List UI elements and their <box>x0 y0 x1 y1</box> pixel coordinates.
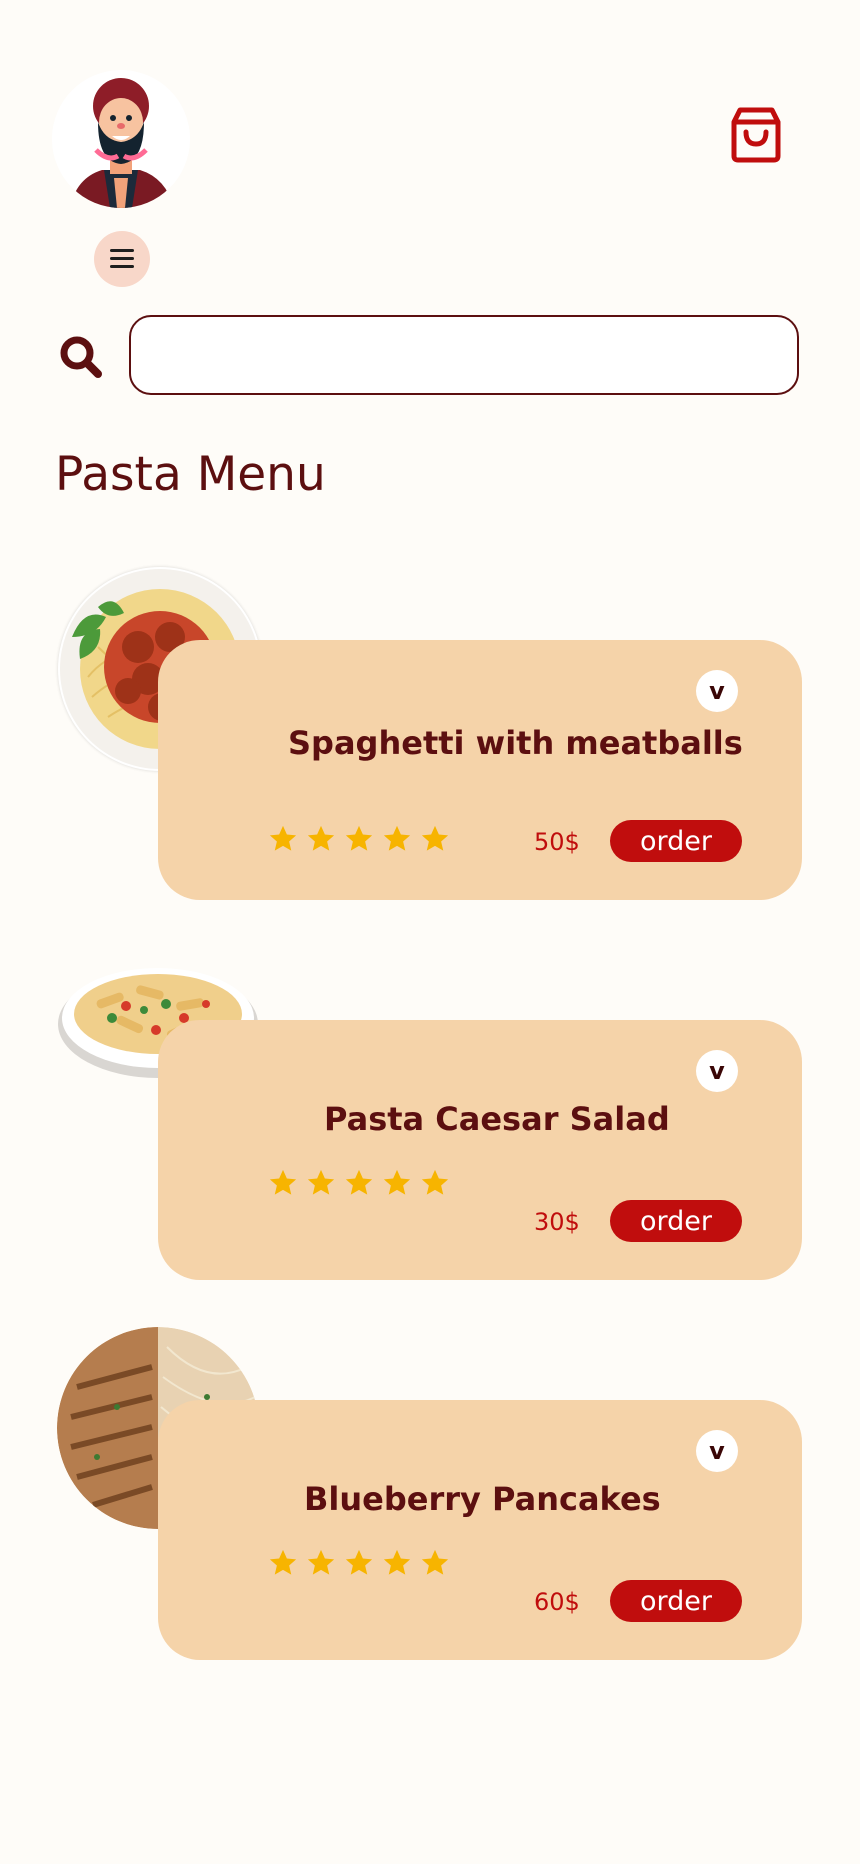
chevron-down-icon[interactable]: v <box>696 1050 738 1092</box>
price: 60$ <box>534 1588 580 1616</box>
star-icon <box>421 1169 449 1195</box>
rating-stars <box>268 1168 450 1198</box>
rating-stars <box>268 1548 450 1578</box>
chevron-down-icon[interactable]: v <box>696 670 738 712</box>
star-icon <box>345 1169 373 1195</box>
star-icon <box>421 825 449 851</box>
menu-item-card[interactable]: v Spaghetti with meatballs 50$ order <box>158 640 802 900</box>
star-icon <box>345 825 373 851</box>
shopping-bag-icon[interactable] <box>726 104 786 164</box>
star-icon <box>307 1169 335 1195</box>
hamburger-menu-icon <box>110 249 134 252</box>
order-button[interactable]: order <box>610 1580 742 1622</box>
star-icon <box>269 825 297 851</box>
star-icon <box>345 1549 373 1575</box>
price: 50$ <box>534 828 580 856</box>
search-input[interactable] <box>129 315 799 395</box>
search-icon[interactable] <box>58 334 106 382</box>
star-icon <box>383 825 411 851</box>
star-icon <box>269 1549 297 1575</box>
menu-button[interactable] <box>94 231 150 287</box>
rating-stars <box>268 824 450 854</box>
star-icon <box>307 825 335 851</box>
dish-name: Pasta Caesar Salad <box>324 1100 670 1138</box>
chevron-down-icon[interactable]: v <box>696 1430 738 1472</box>
menu-item-card[interactable]: v Pasta Caesar Salad 30$ order <box>158 1020 802 1280</box>
bearded-man-avatar-icon <box>52 70 190 208</box>
star-icon <box>383 1549 411 1575</box>
star-icon <box>421 1549 449 1575</box>
dish-name: Spaghetti with meatballs <box>288 724 743 762</box>
menu-item-card[interactable]: v Blueberry Pancakes 60$ order <box>158 1400 802 1660</box>
avatar[interactable] <box>52 70 190 208</box>
price: 30$ <box>534 1208 580 1236</box>
order-button[interactable]: order <box>610 820 742 862</box>
page-title: Pasta Menu <box>55 447 326 502</box>
star-icon <box>269 1169 297 1195</box>
order-button[interactable]: order <box>610 1200 742 1242</box>
star-icon <box>383 1169 411 1195</box>
star-icon <box>307 1549 335 1575</box>
dish-name: Blueberry Pancakes <box>304 1480 661 1518</box>
